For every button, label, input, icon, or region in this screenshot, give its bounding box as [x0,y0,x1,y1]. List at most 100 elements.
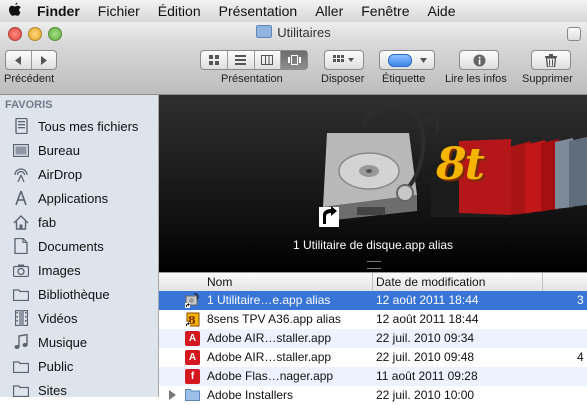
sidebar-item-label: Documents [38,238,104,254]
file-name: Adobe AIR…staller.app [207,350,332,364]
table-row[interactable]: 1 Utilitaire…e.app alias 12 août 2011 18… [159,291,587,310]
sidebar-item-videos[interactable]: Vidéos [0,306,158,330]
label-color-icon [380,51,434,69]
menu-edition[interactable]: Édition [149,3,210,19]
cover-flow-artwork [319,104,587,227]
file-date: 11 août 2011 09:28 [376,369,478,383]
coverflow-view-icon[interactable] [280,51,307,69]
list-view-icon[interactable] [226,51,254,69]
table-row[interactable]: 8 8sens TPV A36.app alias 12 août 2011 1… [159,310,587,329]
file-size: 4 [577,350,584,364]
apple-icon[interactable] [0,2,28,21]
window-title-text: Utilitaires [277,25,331,40]
sidebar-item-label: Vidéos [38,310,78,326]
sidebar-item-library[interactable]: Bibliothèque [0,282,158,306]
sidebar-item-label: Bureau [38,142,80,158]
table-row[interactable]: Adobe Installers 22 juil. 2010 10:00 [159,386,587,405]
all-files-icon [12,118,30,134]
menu-aller[interactable]: Aller [306,3,352,19]
chevron-right-icon[interactable] [30,51,57,69]
menu-finder[interactable]: Finder [28,3,89,19]
file-name: Adobe AIR…staller.app [207,331,332,345]
file-date: 22 juil. 2010 10:00 [376,388,475,402]
column-view-icon[interactable] [253,51,281,69]
cover-flow-view[interactable]: 8t 1 Utilitaire de disque.app alias [159,95,587,272]
sidebar-item-label: AirDrop [38,166,83,182]
sidebar-item-label: Tous mes fichiers [38,118,139,134]
folder-icon [12,382,30,398]
window-title: Utilitaires [0,25,587,40]
folder-icon [12,286,30,302]
table-row[interactable]: A Adobe AIR…staller.app 22 juil. 2010 09… [159,348,587,367]
file-name: Adobe Flas…nager.app [207,369,334,383]
file-size: 3 [577,293,584,307]
disk-utility-icon [323,104,440,221]
file-date: 22 juil. 2010 09:48 [376,350,475,364]
delete-label: Supprimer [522,73,573,85]
table-row[interactable]: A Adobe AIR…staller.app 22 juil. 2010 09… [159,329,587,348]
desktop-icon [12,142,30,158]
sidebar-item-label: fab [38,214,57,230]
chevron-left-icon[interactable] [6,51,31,69]
file-date: 12 août 2011 18:44 [376,293,479,307]
grid-icon [325,51,363,69]
sidebar-item-airdrop[interactable]: AirDrop [0,162,158,186]
menu-fenetre[interactable]: Fenêtre [352,3,418,19]
sidebar-item-fab[interactable]: fab [0,210,158,234]
menu-aide[interactable]: Aide [418,3,464,19]
file-date: 22 juil. 2010 09:34 [376,331,475,345]
back-forward-control[interactable] [5,50,57,70]
icon-view-icon[interactable] [201,51,227,69]
toolbar-toggle-button[interactable] [567,27,581,41]
get-info-label: Lire les infos [445,73,507,85]
column-header-name[interactable]: Nom [207,275,232,289]
sidebar-item-desktop[interactable]: Bureau [0,138,158,162]
sidebar-item-images[interactable]: Images [0,258,158,282]
label-button[interactable] [379,50,435,70]
cover-flow-resize-handle[interactable] [367,261,381,269]
window-titlebar: Utilitaires [0,22,587,44]
sidebar-item-label: Public [38,358,74,374]
sidebar-item-all-files[interactable]: Tous mes fichiers [0,114,158,138]
sidebar-item-label: Applications [38,190,109,206]
folder-icon [12,358,30,374]
sidebar-item-label: Sites [38,382,67,398]
file-name: 8sens TPV A36.app alias [207,312,341,326]
documents-icon [12,238,30,254]
cover-flow-caption: 1 Utilitaire de disque.app alias [292,238,454,252]
column-header-date[interactable]: Date de modification [376,275,485,289]
view-mode-control[interactable] [200,50,308,70]
list-header: Nom Date de modification [159,272,587,292]
sidebar-item-sites[interactable]: Sites [0,378,158,402]
sidebar: FAVORIS Tous mes fichiers Bureau AirDrop… [0,95,159,398]
arrange-button[interactable] [324,50,364,70]
music-icon [12,334,30,350]
menu-presentation[interactable]: Présentation [210,3,307,19]
airdrop-icon [12,166,30,182]
trash-icon [532,51,570,69]
folder-icon [185,388,200,403]
home-icon [12,214,30,230]
get-info-button[interactable] [459,50,499,70]
back-label: Précédent [4,73,55,85]
alias-arrow-icon [319,206,339,227]
sidebar-item-applications[interactable]: Applications [0,186,158,210]
file-date: 12 août 2011 18:44 [376,312,479,326]
table-row[interactable]: f Adobe Flas…nager.app 11 août 2011 09:2… [159,367,587,386]
disk-utility-icon [185,293,200,308]
adobe-flash-icon: f [185,369,200,384]
delete-button[interactable] [531,50,571,70]
camera-icon [12,262,30,278]
sidebar-item-music[interactable]: Musique [0,330,158,354]
adobe-air-icon: A [185,350,200,365]
sidebar-item-public[interactable]: Public [0,354,158,378]
file-name: 1 Utilitaire…e.app alias [207,293,331,307]
disclosure-triangle-icon[interactable] [169,390,176,400]
view-label: Présentation [221,73,283,85]
adobe-air-icon: A [185,331,200,346]
menu-fichier[interactable]: Fichier [89,3,149,19]
sidebar-item-label: Musique [38,334,88,350]
sidebar-item-documents[interactable]: Documents [0,234,158,258]
folder-icon [256,25,273,38]
menu-bar: Finder Fichier Édition Présentation Alle… [0,0,587,23]
